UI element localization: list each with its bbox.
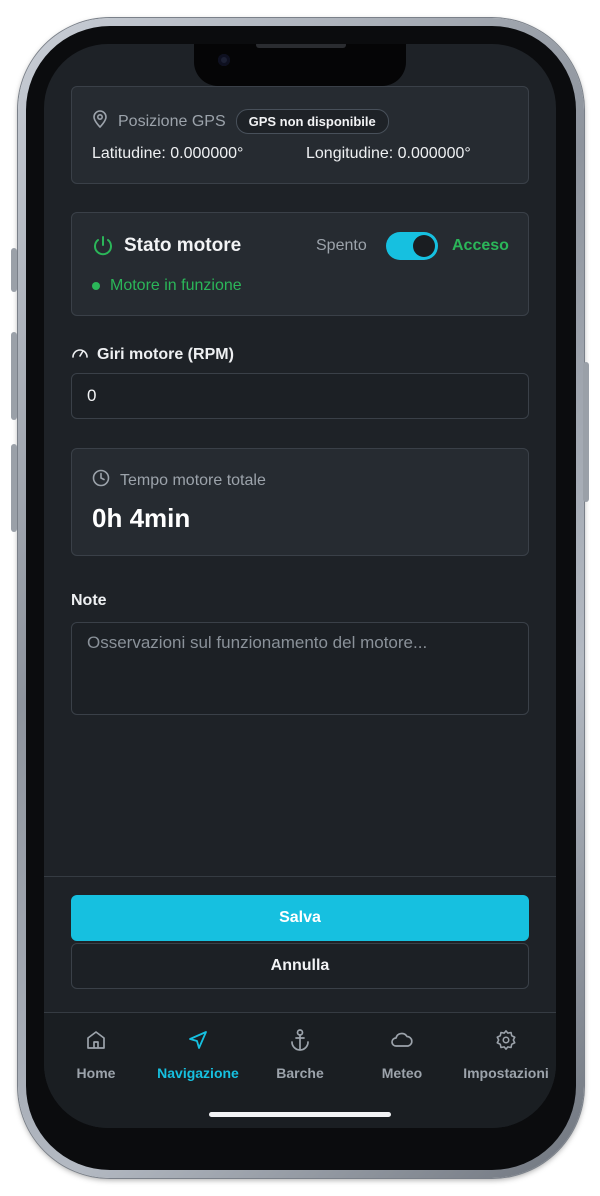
gps-status-badge: GPS non disponibile bbox=[235, 109, 389, 134]
tab-navigazione[interactable]: Navigazione bbox=[146, 1013, 250, 1103]
app-screen: Posizione GPS GPS non disponibile Latitu… bbox=[44, 44, 556, 1128]
motor-on-label: Acceso bbox=[452, 237, 509, 254]
phone-silent-switch bbox=[11, 248, 17, 292]
status-dot-icon bbox=[92, 282, 100, 290]
gps-card: Posizione GPS GPS non disponibile Latitu… bbox=[71, 86, 529, 184]
engine-log-form: Posizione GPS GPS non disponibile Latitu… bbox=[44, 44, 556, 1128]
engine-time-card: Tempo motore totale 0h 4min bbox=[71, 448, 529, 556]
power-icon bbox=[92, 235, 114, 262]
anchor-icon bbox=[289, 1027, 311, 1053]
home-icon bbox=[85, 1027, 107, 1053]
phone-volume-down-button bbox=[11, 444, 17, 532]
save-button[interactable]: Salva bbox=[71, 895, 529, 941]
bottom-tab-bar: Home Navigazione Barche Meteo Impostazio… bbox=[44, 1012, 556, 1128]
tab-barche[interactable]: Barche bbox=[248, 1013, 352, 1103]
rpm-label: Giri motore (RPM) bbox=[97, 345, 234, 363]
engine-time-value: 0h 4min bbox=[92, 503, 191, 533]
tab-impostazioni[interactable]: Impostazioni bbox=[454, 1013, 556, 1103]
note-label: Note bbox=[71, 592, 107, 609]
tab-barche-label: Barche bbox=[276, 1065, 324, 1081]
motor-off-label: Spento bbox=[316, 237, 367, 254]
tab-home[interactable]: Home bbox=[44, 1013, 148, 1103]
gps-header: Posizione GPS GPS non disponibile bbox=[92, 109, 389, 134]
note-textarea[interactable] bbox=[71, 622, 529, 715]
longitude-value: Longitudine: 0.000000° bbox=[306, 145, 471, 162]
engine-time-header: Tempo motore totale bbox=[92, 469, 266, 492]
navigation-icon bbox=[187, 1027, 209, 1053]
motor-toggle[interactable] bbox=[386, 232, 438, 260]
motor-running-status: Motore in funzione bbox=[92, 277, 242, 295]
front-camera bbox=[218, 54, 230, 66]
gear-icon bbox=[495, 1027, 517, 1053]
map-pin-icon bbox=[92, 110, 108, 133]
tab-navigazione-label: Navigazione bbox=[157, 1065, 239, 1081]
engine-time-title: Tempo motore totale bbox=[120, 471, 266, 489]
rpm-label-row: Giri motore (RPM) bbox=[71, 344, 234, 365]
tab-meteo[interactable]: Meteo bbox=[350, 1013, 454, 1103]
tab-home-label: Home bbox=[76, 1065, 116, 1081]
tab-impostazioni-label: Impostazioni bbox=[463, 1065, 549, 1081]
gauge-icon bbox=[71, 344, 89, 365]
motor-toggle-knob bbox=[413, 235, 435, 257]
phone-volume-up-button bbox=[11, 332, 17, 420]
clock-icon bbox=[92, 469, 110, 492]
cancel-button[interactable]: Annulla bbox=[71, 943, 529, 989]
latitude-value: Latitudine: 0.000000° bbox=[92, 145, 244, 162]
motor-status-text: Motore in funzione bbox=[110, 277, 242, 294]
cloud-icon bbox=[390, 1027, 414, 1053]
gps-title: Posizione GPS bbox=[118, 112, 226, 130]
rpm-input[interactable] bbox=[71, 373, 529, 419]
tab-meteo-label: Meteo bbox=[381, 1065, 423, 1081]
home-indicator[interactable] bbox=[209, 1112, 391, 1117]
footer-divider bbox=[44, 876, 556, 877]
speaker-grille bbox=[256, 44, 346, 48]
motor-status-card: Stato motore Spento Acceso Motore in fun… bbox=[71, 212, 529, 316]
phone-power-button bbox=[583, 362, 589, 502]
motor-status-title: Stato motore bbox=[124, 235, 242, 256]
